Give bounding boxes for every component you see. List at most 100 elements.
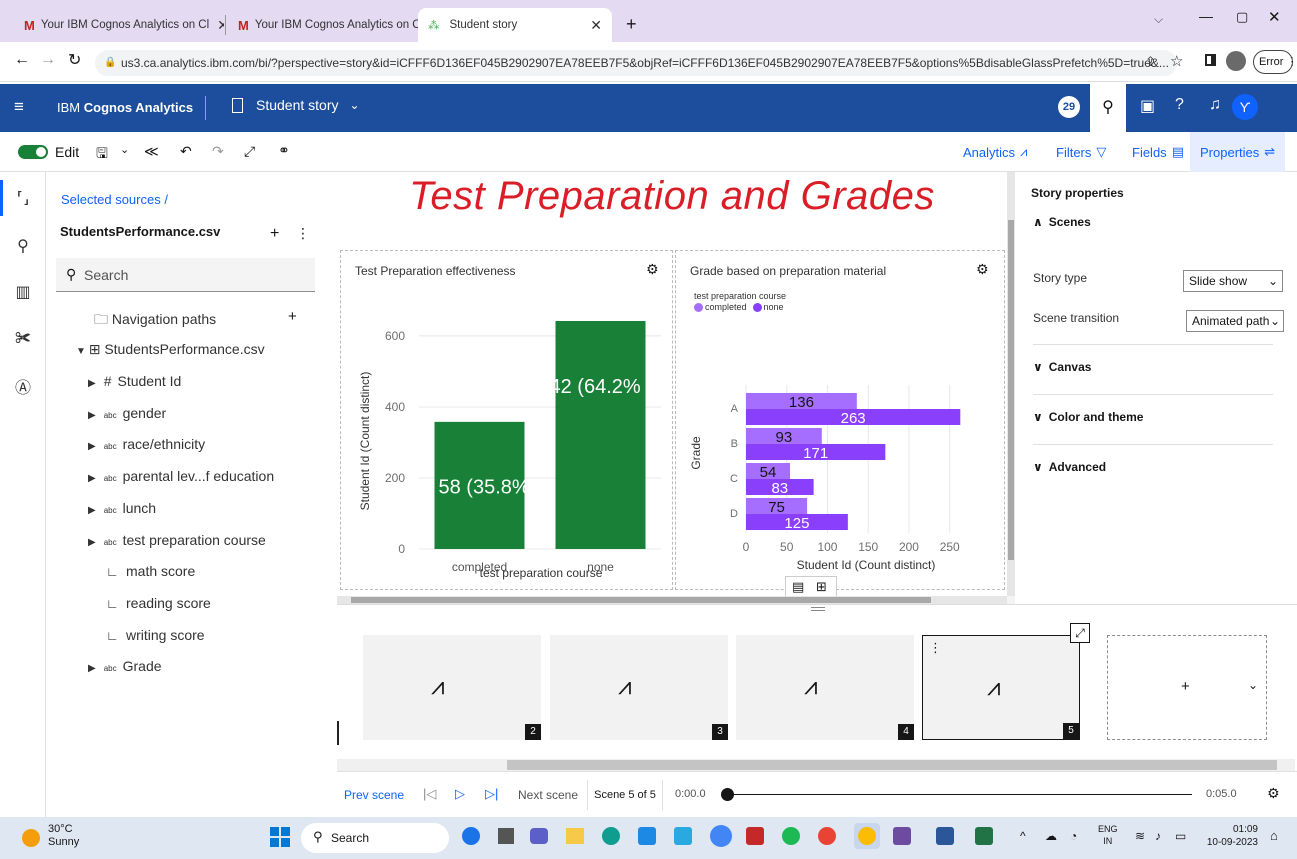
reload-icon[interactable]: ↻ [68,50,81,70]
app-icon[interactable] [710,825,732,847]
pin-icon[interactable]: ⚲ [12,236,34,258]
horizontal-scrollbar[interactable] [337,596,1007,604]
excel-icon[interactable] [975,827,993,845]
strip-scrollbar[interactable] [337,759,1295,771]
expand-icon[interactable]: ⤢ [244,143,255,160]
field-item[interactable]: ▶ abc parental lev...f education [76,468,274,484]
share-icon[interactable]: ⇪ [1145,54,1156,70]
network-icon[interactable]: ◔ [1070,829,1077,843]
next-scene-button[interactable]: Next scene [518,788,578,802]
visualizations-icon[interactable]: ▥ [12,282,34,304]
bookmark-star-icon[interactable]: ☆ [1170,52,1183,70]
file-explorer-icon[interactable] [566,828,584,844]
resize-handle[interactable] [811,607,825,611]
chevron-down-icon[interactable]: ⌄ [120,143,129,156]
mcafee-icon[interactable] [746,827,764,845]
app-icon[interactable] [674,827,692,845]
spotify-icon[interactable] [782,827,800,845]
help-icon[interactable]: ? [1175,96,1184,114]
side-panel-icon[interactable] [1205,54,1216,66]
user-avatar-icon[interactable]: ϒ [1232,94,1258,120]
restore-button[interactable]: ▢ [1236,9,1248,25]
redo-icon[interactable]: ↷ [212,143,224,160]
text-assistant-icon[interactable]: Ⓐ [12,374,34,397]
notifications-bell-icon[interactable]: ♫ [1209,96,1221,114]
battery-icon[interactable]: ▭ [1175,829,1186,843]
link-icon[interactable]: ⚭ [278,142,290,159]
chevron-up-icon[interactable]: ^ [1020,829,1026,843]
add-scene-button[interactable]: + ⌄ [1107,635,1267,740]
properties-button[interactable]: Properties ⇌ [1190,132,1286,172]
clock[interactable]: 01:09 10-09-2023 [1200,823,1258,849]
back-icon[interactable]: ← [14,51,30,69]
minimize-button[interactable]: — [1199,8,1213,24]
scenes-section-toggle[interactable]: ∧ Scenes [1033,215,1091,229]
browser-tab[interactable]: M Your IBM Cognos Analytics on Cl ✕ [228,8,418,42]
app-icon[interactable] [893,827,911,845]
timeline-track[interactable] [722,794,1192,795]
notification-center-icon[interactable]: ⌂ [1270,828,1278,843]
breadcrumb[interactable]: Selected sources / [61,192,168,207]
url-field[interactable]: 🔒 us3.ca.analytics.ibm.com/bi/?perspecti… [95,50,1177,76]
field-item[interactable]: ∟ writing score [76,627,205,643]
hamburger-menu-icon[interactable]: ≡ [14,97,24,117]
close-tab-icon[interactable]: ✕ [209,17,224,34]
browser-tab[interactable]: M Your IBM Cognos Analytics on Cl ✕ [14,8,224,42]
canvas-section-toggle[interactable]: ∨ Canvas [1033,360,1091,374]
color-theme-section-toggle[interactable]: ∨ Color and theme [1033,410,1143,424]
vertical-scrollbar[interactable] [1007,172,1015,596]
new-tab-button[interactable]: + [626,14,637,35]
skip-forward-icon[interactable]: ▷| [485,786,498,802]
grid-view-icon[interactable]: ⊞ [816,579,827,595]
search-icon[interactable]: ⚲ [1090,84,1126,132]
chart-card[interactable]: Test Preparation effectiveness ⚙ 0 200 400… [340,250,673,590]
teams-icon[interactable] [530,828,548,844]
taskbar-search[interactable]: ⚲ Search [301,823,449,853]
timeline-handle[interactable] [721,788,734,801]
add-source-icon[interactable]: + [270,225,279,243]
widgets-icon[interactable]: ✀ [12,330,34,352]
field-item[interactable]: ▶ abc gender [76,405,166,421]
scene-thumbnail[interactable]: ⩘ 4 [736,635,914,740]
analytics-button[interactable]: Analytics ⩘ [963,144,1027,160]
prev-scene-button[interactable]: Prev scene [344,788,404,802]
field-item[interactable]: ▶ # Student Id [76,373,181,389]
settings-gear-icon[interactable]: ⚙ [976,261,989,278]
close-window-button[interactable]: ✕ [1268,8,1281,26]
volume-icon[interactable]: ♪ [1155,829,1161,843]
search-input[interactable]: ⚲ Search [56,258,315,292]
onedrive-icon[interactable]: ☁ [1045,829,1057,843]
more-options-icon[interactable]: ⋮ [929,640,942,656]
forward-icon[interactable]: → [40,51,56,69]
edge-icon[interactable] [602,827,620,845]
chat-icon[interactable]: ▣ [1140,96,1155,116]
more-options-icon[interactable]: ⋮ [296,225,310,242]
store-icon[interactable] [638,827,656,845]
field-item[interactable]: ▶ abc Grade [76,658,162,674]
skip-back-icon[interactable]: |◁ [423,786,436,802]
advanced-section-toggle[interactable]: ∨ Advanced [1033,460,1106,474]
fields-button[interactable]: Fields ▤ [1132,144,1184,160]
field-item[interactable]: ▶ abc race/ethnicity [76,436,205,452]
weather-widget[interactable]: 30°C Sunny [48,823,79,849]
scene-thumbnail[interactable]: ⩘ 3 [550,635,728,740]
profile-avatar[interactable] [1226,51,1246,71]
edit-toggle[interactable] [18,145,48,159]
field-item[interactable]: ▶ abc test preparation course [76,532,266,548]
field-item[interactable]: ∟ math score [76,563,195,579]
product-brand[interactable]: IBM Cognos Analytics [57,100,193,115]
settings-gear-icon[interactable]: ⚙ [1267,785,1280,802]
widgets-app-icon[interactable] [462,827,480,845]
windows-start-icon[interactable] [270,827,290,847]
chrome-icon[interactable] [818,827,836,845]
share-icon[interactable]: ≪ [144,143,159,160]
notification-count-badge[interactable]: 29 [1058,96,1080,118]
story-title-menu[interactable]: Student story ⌄ [232,97,360,113]
wifi-icon[interactable]: ≋ [1135,829,1145,843]
weather-sun-icon[interactable] [22,829,40,847]
settings-gear-icon[interactable]: ⚙ [646,261,659,278]
scene-transition-select[interactable]: Animated path ⌄ [1186,310,1284,332]
browser-tab-active[interactable]: ⁂ Student story ✕ [418,8,612,42]
chrome-active-icon[interactable] [854,823,880,849]
word-icon[interactable] [936,827,954,845]
